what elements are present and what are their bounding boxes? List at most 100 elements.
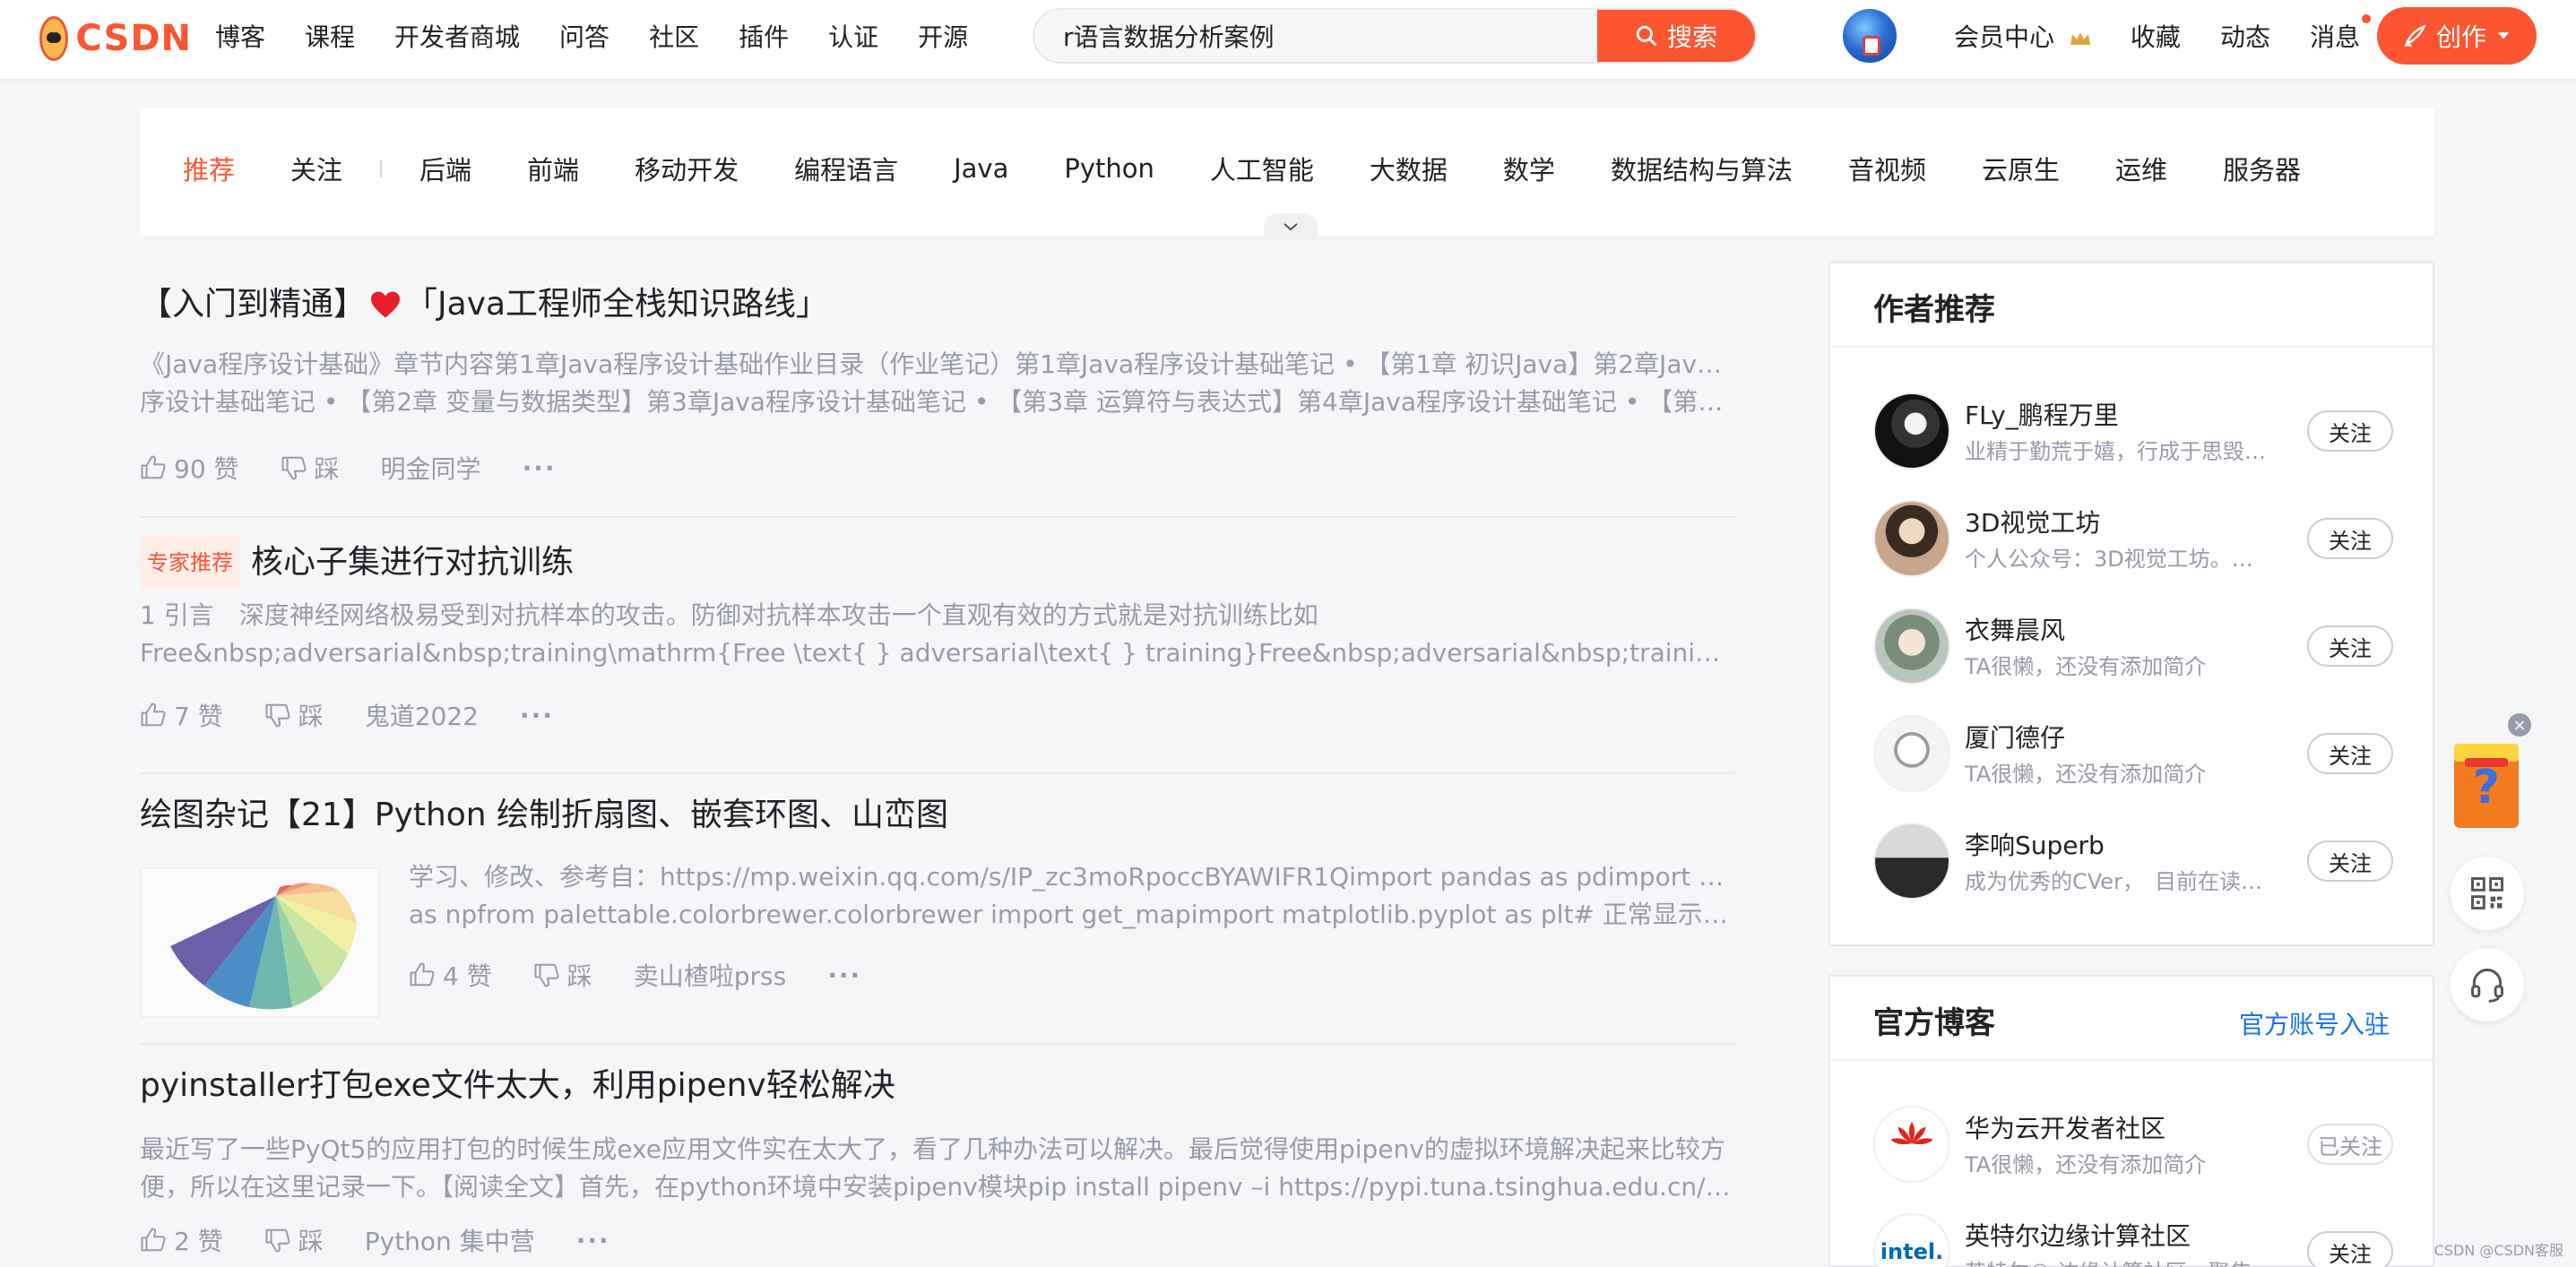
customer-service-button[interactable] <box>2451 948 2524 1021</box>
qr-code-button[interactable] <box>2451 857 2524 930</box>
article-thumbnail[interactable] <box>140 867 380 1018</box>
more-options-button[interactable]: ··· <box>520 701 554 730</box>
author-name[interactable]: 3D视觉工坊 <box>1965 504 2100 539</box>
category-servers[interactable]: 服务器 <box>2223 150 2301 187</box>
qr-code-icon <box>2471 877 2503 909</box>
like-button[interactable]: 4 赞 <box>409 957 492 993</box>
nav-item-certification[interactable]: 认证 <box>828 18 878 54</box>
author-link[interactable]: Python 集中营 <box>365 1222 535 1258</box>
category-expand-toggle[interactable] <box>1264 213 1318 240</box>
activity-link[interactable]: 动态 <box>2220 18 2270 54</box>
avatar[interactable] <box>1873 823 1950 900</box>
official-account-item[interactable]: 华为云开发者社区 TA很懒，还没有添加简介 已关注 <box>1873 1106 2393 1185</box>
account-name[interactable]: 英特尔边缘计算社区 <box>1965 1217 2191 1253</box>
intel-logo[interactable]: intel. <box>1873 1213 1950 1267</box>
author-item[interactable]: 厦门德仔 TA很懒，还没有添加简介 关注 <box>1873 715 2393 794</box>
author-link[interactable]: 卖山楂啦prss <box>634 957 786 993</box>
feed-item-title[interactable]: pyinstaller打包exe文件太大，利用pipenv轻松解决 <box>140 1063 895 1109</box>
author-name[interactable]: 衣舞晨风 <box>1965 611 2065 647</box>
dislike-button[interactable]: 踩 <box>281 450 340 486</box>
avatar[interactable] <box>1873 608 1950 685</box>
favorites-link[interactable]: 收藏 <box>2131 18 2181 54</box>
official-account-join-link[interactable]: 官方账号入驻 <box>2239 1005 2390 1041</box>
category-backend[interactable]: 后端 <box>419 150 471 187</box>
category-mobile[interactable]: 移动开发 <box>635 150 739 187</box>
author-name[interactable]: 李响Superb <box>1965 826 2105 862</box>
search-box: 搜索 <box>1033 8 1757 64</box>
close-promo-icon[interactable]: × <box>2508 713 2531 737</box>
nav-item-plugins[interactable]: 插件 <box>739 18 789 54</box>
avatar[interactable] <box>1873 715 1950 792</box>
feed-item-title[interactable]: 绘图杂记【21】Python 绘制折扇图、嵌套环图、山峦图 <box>140 792 948 839</box>
category-python[interactable]: Python <box>1064 153 1154 184</box>
user-avatar[interactable] <box>1841 7 1898 65</box>
category-java[interactable]: Java <box>954 153 1008 184</box>
follow-button[interactable]: 关注 <box>2307 840 2393 882</box>
like-button[interactable]: 2 赞 <box>140 1222 223 1258</box>
feed-item[interactable]: 专家推荐 核心子集进行对抗训练 1 引言 深度神经网络极易受到对抗样本的攻击。防… <box>140 518 1735 774</box>
feed-item[interactable]: pyinstaller打包exe文件太大，利用pipenv轻松解决 最近写了一些… <box>140 1045 1735 1267</box>
category-algorithms[interactable]: 数据结构与算法 <box>1611 150 1793 187</box>
nav-item-courses[interactable]: 课程 <box>305 18 355 54</box>
avatar[interactable] <box>1873 500 1950 577</box>
category-ai[interactable]: 人工智能 <box>1210 150 1314 187</box>
feed-item-title[interactable]: 【入门到精通】 「Java工程师全栈知识路线」 <box>140 281 828 328</box>
vip-center-link[interactable]: 会员中心 <box>1954 18 2091 54</box>
feed-item-meta: 7 赞 踩 鬼道2022 ··· <box>140 697 595 733</box>
search-button-label: 搜索 <box>1666 22 1717 52</box>
follow-button[interactable]: 关注 <box>2307 733 2393 774</box>
account-desc: TA很懒，还没有添加简介 <box>1965 1152 2207 1177</box>
feed-item[interactable]: 【入门到精通】 「Java工程师全栈知识路线」 《Java程序设计基础》章节内容… <box>140 260 1735 518</box>
search-input[interactable] <box>1034 10 1599 62</box>
csdn-logo[interactable]: CSDN <box>39 14 192 63</box>
nav-item-blog[interactable]: 博客 <box>215 18 265 54</box>
category-audio-video[interactable]: 音视频 <box>1848 150 1926 187</box>
nav-item-dev-store[interactable]: 开发者商城 <box>394 18 520 54</box>
more-options-button[interactable]: ··· <box>576 1226 610 1255</box>
card-header: 作者推荐 <box>1830 263 2433 348</box>
follow-button[interactable]: 关注 <box>2307 1231 2393 1267</box>
create-button[interactable]: 创作 <box>2377 7 2537 65</box>
follow-button[interactable]: 关注 <box>2307 625 2393 667</box>
nav-item-qa[interactable]: 问答 <box>559 18 609 54</box>
category-following[interactable]: 关注 <box>290 150 342 187</box>
more-options-button[interactable]: ··· <box>827 961 861 990</box>
category-big-data[interactable]: 大数据 <box>1370 150 1448 187</box>
thumbs-down-icon <box>265 1228 290 1253</box>
nav-item-community[interactable]: 社区 <box>649 18 699 54</box>
feed-item[interactable]: 绘图杂记【21】Python 绘制折扇图、嵌套环图、山峦图 学习、修改、参考自：… <box>140 774 1735 1045</box>
category-cloud-native[interactable]: 云原生 <box>1982 150 2060 187</box>
messages-link[interactable]: 消息 <box>2310 14 2371 54</box>
category-frontend[interactable]: 前端 <box>527 150 579 187</box>
dislike-button[interactable]: 踩 <box>264 697 324 733</box>
like-button[interactable]: 7 赞 <box>140 697 223 733</box>
follow-button[interactable]: 关注 <box>2307 518 2393 559</box>
author-item[interactable]: 李响Superb 成为优秀的CVer， 目前在读研究生 关注 <box>1873 823 2393 901</box>
author-name[interactable]: 厦门德仔 <box>1965 719 2065 754</box>
author-name[interactable]: FLy_鹏程万里 <box>1965 396 2119 432</box>
official-account-item[interactable]: intel. 英特尔边缘计算社区 英特尔® 边缘计算社区，聚焦 关注 <box>1873 1213 2393 1267</box>
author-link[interactable]: 明金同学 <box>381 450 481 486</box>
follow-button[interactable]: 关注 <box>2307 410 2393 452</box>
avatar[interactable] <box>1873 392 1950 470</box>
category-recommended[interactable]: 推荐 <box>183 150 235 187</box>
more-options-button[interactable]: ··· <box>523 453 557 483</box>
followed-button[interactable]: 已关注 <box>2307 1124 2393 1165</box>
nav-item-open-source[interactable]: 开源 <box>918 18 968 54</box>
search-button[interactable]: 搜索 <box>1597 10 1755 62</box>
like-button[interactable]: 90 赞 <box>140 450 239 486</box>
author-link[interactable]: 鬼道2022 <box>365 697 479 733</box>
pen-icon <box>2404 24 2426 47</box>
author-item[interactable]: FLy_鹏程万里 业精于勤荒于嬉，行成于思毁于随 关注 <box>1873 392 2393 471</box>
category-ops[interactable]: 运维 <box>2115 150 2167 187</box>
huawei-logo[interactable] <box>1873 1106 1950 1183</box>
category-math[interactable]: 数学 <box>1503 150 1555 187</box>
author-item[interactable]: 衣舞晨风 TA很懒，还没有添加简介 关注 <box>1873 608 2393 686</box>
feed-item-title[interactable]: 专家推荐 核心子集进行对抗训练 <box>140 536 574 590</box>
category-programming-languages[interactable]: 编程语言 <box>794 150 898 187</box>
watermark: CSDN @CSDN客服 <box>2433 1242 2563 1259</box>
author-item[interactable]: 3D视觉工坊 个人公众号：3D视觉工坊。公众号特邀嘉宾 关注 <box>1873 500 2393 579</box>
account-name[interactable]: 华为云开发者社区 <box>1965 1109 2165 1145</box>
dislike-button[interactable]: 踩 <box>264 1222 324 1258</box>
dislike-button[interactable]: 踩 <box>533 957 592 993</box>
